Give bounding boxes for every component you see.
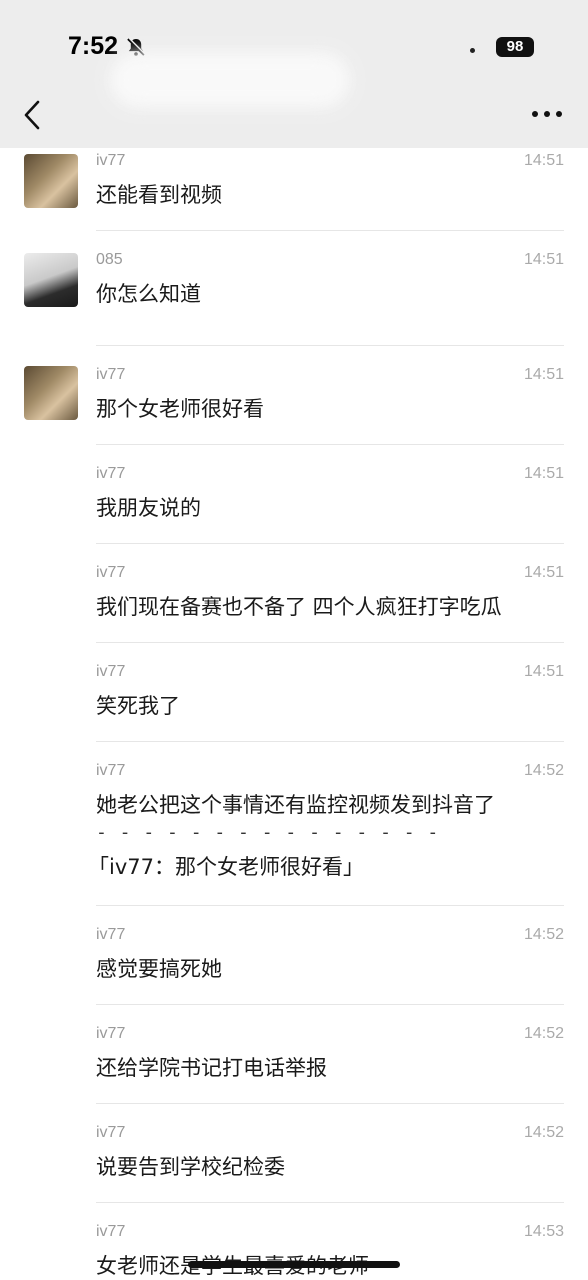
message-list[interactable]: iv77 14:51 还能看到视频 085 14:51 你怎么知道 iv77 1… [0,148,588,1280]
sender-name: iv77 [96,1025,126,1042]
battery-indicator: 98 [496,37,534,57]
avatar[interactable] [24,154,78,208]
message-row[interactable]: iv77 14:51 我们现在备赛也不备了 四个人疯狂打字吃瓜 [0,544,588,643]
message-time: 14:51 [523,152,564,169]
message-text: 说要告到学校纪检委 [96,1155,285,1179]
home-indicator[interactable] [188,1261,400,1268]
message-time: 14:51 [523,564,564,581]
sender-name: iv77 [96,762,126,779]
sender-name: iv77 [96,564,126,581]
status-time: 7:52 [68,32,119,60]
message-time: 14:52 [523,1124,564,1141]
sender-name: iv77 [96,152,126,169]
chat-header: 7:52 98 [0,0,588,148]
avatar[interactable] [24,366,78,420]
message-row[interactable]: iv77 14:52 说要告到学校纪检委 [0,1104,588,1203]
message-time: 14:51 [523,251,564,268]
sender-name: iv77 [96,1124,126,1141]
sender-name: 085 [96,251,123,268]
sender-name: iv77 [96,926,126,943]
sender-name: iv77 [96,366,126,383]
sender-name: iv77 [96,663,126,680]
message-text: 还给学院书记打电话举报 [96,1056,327,1080]
message-time: 14:51 [523,366,564,383]
message-text: 她老公把这个事情还有监控视频发到抖音了 [96,793,495,817]
back-chevron-icon[interactable] [18,98,48,132]
sender-name: iv77 [96,1223,126,1240]
message-time: 14:51 [523,465,564,482]
quoted-message[interactable]: 「iv77：那个女老师很好看」 [88,852,364,882]
message-row[interactable]: iv77 14:52 还给学院书记打电话举报 [0,1005,588,1104]
message-time: 14:53 [523,1223,564,1240]
message-row[interactable]: iv77 14:51 那个女老师很好看 [0,346,588,445]
message-row[interactable]: iv77 14:52 她老公把这个事情还有监控视频发到抖音了 - - - - -… [0,742,588,906]
quote-separator: - - - - - - - - - - - - - - - [96,822,440,843]
divider [96,230,564,231]
message-text: 感觉要搞死她 [96,957,222,981]
message-row[interactable]: iv77 14:53 女老师还是学生最喜爱的老师 [0,1203,588,1280]
camera-dot-icon [470,48,475,53]
message-row[interactable]: 085 14:51 你怎么知道 [0,247,588,346]
more-options-icon[interactable] [530,104,564,124]
avatar[interactable] [24,253,78,307]
message-text: 我们现在备赛也不备了 四个人疯狂打字吃瓜 [96,595,502,619]
message-time: 14:52 [523,926,564,943]
message-text: 笑死我了 [96,694,180,718]
message-row[interactable]: iv77 14:52 感觉要搞死她 [0,906,588,1005]
message-row[interactable]: iv77 14:51 还能看到视频 [0,148,588,231]
sender-name: iv77 [96,465,126,482]
message-text: 我朋友说的 [96,496,201,520]
message-text: 你怎么知道 [96,282,201,306]
message-text: 那个女老师很好看 [96,397,264,421]
message-time: 14:52 [523,1025,564,1042]
message-row[interactable]: iv77 14:51 我朋友说的 [0,445,588,544]
message-text: 还能看到视频 [96,183,222,207]
message-row[interactable]: iv77 14:51 笑死我了 [0,643,588,742]
message-time: 14:52 [523,762,564,779]
message-time: 14:51 [523,663,564,680]
blurred-chat-title [110,52,350,108]
